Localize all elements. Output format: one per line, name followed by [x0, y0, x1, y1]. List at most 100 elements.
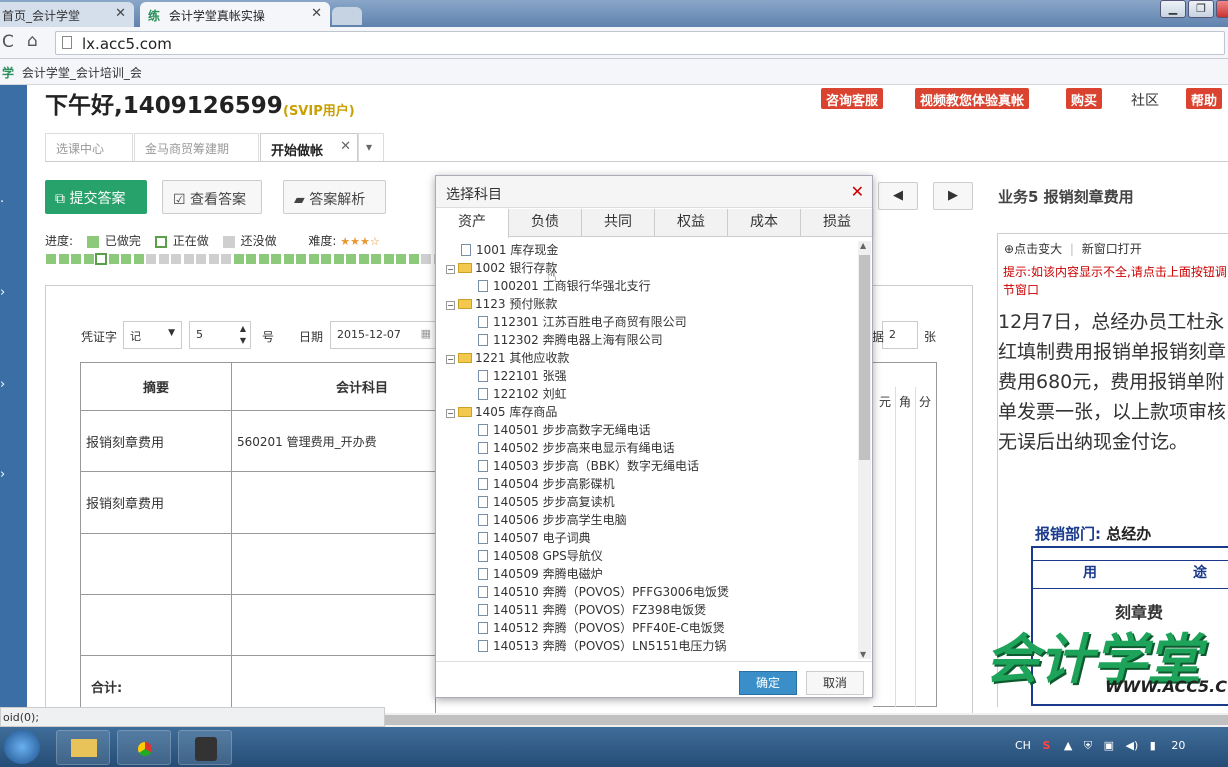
- sidebar-expand-icon[interactable]: ›: [0, 285, 5, 300]
- minimize-button[interactable]: ▁: [1160, 0, 1186, 18]
- tab-start-bookkeeping[interactable]: 开始做帐 ✕: [260, 133, 358, 161]
- progress-cell[interactable]: [45, 253, 57, 265]
- volume-icon[interactable]: ◀): [1126, 739, 1139, 752]
- tree-node[interactable]: 140501 步步高数字无绳电话: [478, 421, 651, 439]
- chrome-icon[interactable]: [117, 730, 171, 765]
- tree-node[interactable]: 140505 步步高复读机: [478, 493, 615, 511]
- scroll-up-icon[interactable]: ▲: [860, 241, 866, 250]
- progress-cell[interactable]: [57, 253, 70, 265]
- tree-node[interactable]: − 1221 其他应收款: [446, 349, 569, 367]
- progress-cell[interactable]: [395, 253, 407, 265]
- tab-menu-chevron-icon[interactable]: ▾: [358, 133, 384, 161]
- scroll-thumb[interactable]: [385, 715, 1228, 725]
- progress-cell[interactable]: [95, 253, 107, 265]
- progress-cell[interactable]: [295, 253, 307, 265]
- clock[interactable]: 20: [1171, 739, 1185, 752]
- tree-node[interactable]: 100201 工商银行华强北支行: [478, 277, 651, 295]
- help-button[interactable]: 帮助: [1186, 88, 1223, 109]
- sidebar-expand-icon[interactable]: ›: [0, 377, 5, 392]
- close-icon[interactable]: ✕: [340, 139, 351, 154]
- explorer-icon[interactable]: [56, 730, 110, 765]
- sidebar-expand-icon[interactable]: ·: [0, 195, 4, 210]
- video-tutorial-button[interactable]: 视频教您体验真帐: [915, 88, 1030, 109]
- new-tab-button[interactable]: [332, 7, 362, 25]
- new-window-button[interactable]: 新窗口打开: [1082, 242, 1142, 256]
- progress-cell[interactable]: [357, 253, 370, 265]
- progress-cell[interactable]: [345, 253, 357, 265]
- stepper-arrows-icon[interactable]: ▲ ▼: [240, 323, 246, 347]
- progress-cell[interactable]: [132, 253, 145, 265]
- window-close-button[interactable]: [1216, 0, 1228, 18]
- tree-node[interactable]: 140502 步步高来电显示有绳电话: [478, 439, 675, 457]
- tree-node[interactable]: 140511 奔腾（POVOS）FZ398电饭煲: [478, 601, 706, 619]
- answer-analysis-button[interactable]: ▰ 答案解析: [283, 180, 386, 214]
- tree-node[interactable]: 1001 库存现金: [446, 241, 558, 259]
- sogou-icon[interactable]: S: [1042, 739, 1050, 752]
- close-icon[interactable]: ✕: [851, 182, 864, 201]
- progress-cell[interactable]: [257, 253, 270, 265]
- horizontal-scrollbar[interactable]: [385, 713, 1228, 727]
- scroll-thumb[interactable]: [859, 255, 870, 460]
- tree-node[interactable]: 140513 奔腾（POVOS）LN5151电压力锅: [478, 637, 726, 655]
- recorder-icon[interactable]: [178, 730, 232, 765]
- progress-cell[interactable]: [82, 253, 95, 265]
- attachment-count-input[interactable]: 2: [882, 321, 918, 349]
- sidebar-expand-icon[interactable]: ›: [0, 467, 5, 482]
- tree-node[interactable]: 140506 步步高学生电脑: [478, 511, 627, 529]
- progress-cell[interactable]: [320, 253, 332, 265]
- submit-answer-button[interactable]: ⧉ 提交答案: [45, 180, 147, 214]
- tab-course-center[interactable]: 选课中心: [45, 133, 133, 161]
- buy-button[interactable]: 购买: [1066, 88, 1103, 109]
- dialog-tab[interactable]: 共同: [582, 209, 655, 237]
- dialog-tab[interactable]: 权益: [655, 209, 728, 237]
- start-button[interactable]: [4, 730, 40, 764]
- progress-cell[interactable]: [232, 253, 245, 265]
- reload-icon[interactable]: C: [2, 32, 14, 52]
- progress-cell[interactable]: [207, 253, 220, 265]
- tree-node[interactable]: 112302 奔腾电器上海有限公司: [478, 331, 663, 349]
- community-link[interactable]: 社区: [1131, 90, 1159, 110]
- cancel-button[interactable]: 取消: [806, 671, 864, 695]
- row1-account[interactable]: 560201 管理费用_开办费: [237, 433, 377, 450]
- progress-cell[interactable]: [370, 253, 382, 265]
- tree-node[interactable]: 140508 GPS导航仪: [478, 547, 603, 565]
- tree-scrollbar[interactable]: ▲ ▼: [858, 241, 871, 659]
- calendar-icon[interactable]: ▦: [421, 327, 431, 340]
- tray-arrow-icon[interactable]: ▲: [1064, 739, 1072, 752]
- close-icon[interactable]: ✕: [311, 6, 322, 21]
- progress-cell[interactable]: [145, 253, 157, 265]
- date-input[interactable]: 2015-12-07 ▦: [330, 321, 436, 349]
- progress-cell[interactable]: [170, 253, 182, 265]
- progress-cell[interactable]: [382, 253, 395, 265]
- tree-node[interactable]: − 1123 预付账款: [446, 295, 557, 313]
- bookmark-item[interactable]: 会计学堂_会计培训_会: [22, 66, 142, 80]
- progress-cell[interactable]: [332, 253, 345, 265]
- signal-icon[interactable]: ▮: [1150, 739, 1156, 752]
- close-icon[interactable]: ✕: [115, 6, 126, 21]
- progress-cell[interactable]: [282, 253, 295, 265]
- tree-node[interactable]: 122101 张强: [478, 367, 567, 385]
- progress-cell[interactable]: [182, 253, 195, 265]
- consult-service-button[interactable]: 咨询客服: [821, 88, 884, 109]
- row1-summary[interactable]: 报销刻章费用: [86, 432, 164, 451]
- progress-cell[interactable]: [107, 253, 120, 265]
- prev-task-button[interactable]: ◀: [878, 182, 918, 210]
- progress-cell[interactable]: [245, 253, 257, 265]
- dialog-tab[interactable]: 资产: [436, 209, 509, 238]
- tree-node[interactable]: 112301 江苏百胜电子商贸有限公司: [478, 313, 687, 331]
- tree-node[interactable]: 122102 刘虹: [478, 385, 567, 403]
- tab-jinma-setup[interactable]: 金马商贸筹建期: [134, 133, 259, 161]
- progress-cell[interactable]: [220, 253, 232, 265]
- tree-node[interactable]: 140512 奔腾（POVOS）PFF40E-C电饭煲: [478, 619, 725, 637]
- progress-cell[interactable]: [307, 253, 320, 265]
- progress-cell[interactable]: [420, 253, 432, 265]
- scroll-down-icon[interactable]: ▼: [860, 650, 866, 659]
- language-indicator[interactable]: CH: [1015, 739, 1031, 752]
- dialog-tab[interactable]: 负债: [509, 209, 582, 237]
- zoom-button[interactable]: 点击变大: [1014, 242, 1062, 256]
- url-input[interactable]: lx.acc5.com: [55, 31, 1225, 55]
- tree-node[interactable]: 140504 步步高影碟机: [478, 475, 615, 493]
- progress-cell[interactable]: [157, 253, 170, 265]
- confirm-button[interactable]: 确定: [739, 671, 797, 695]
- progress-cell[interactable]: [407, 253, 420, 265]
